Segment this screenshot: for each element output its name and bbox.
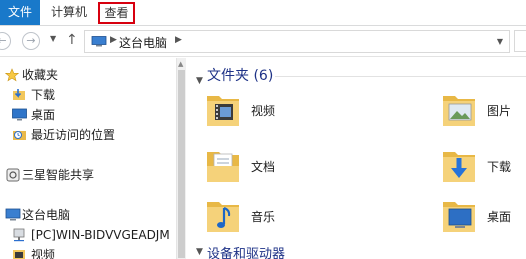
- tab-file[interactable]: 文件: [0, 0, 40, 25]
- address-row: ← → ▼ ↑ ▶ 这台电脑 ▶ ▼: [0, 27, 526, 57]
- nav-item-label: 最近访问的位置: [31, 128, 116, 142]
- tab-computer[interactable]: 计算机: [44, 0, 94, 25]
- recent-locations-chevron-icon[interactable]: ▼: [50, 34, 56, 43]
- scroll-up-icon[interactable]: ▲: [178, 60, 183, 68]
- folder-label: 音乐: [251, 210, 276, 224]
- share-icon: [6, 168, 20, 182]
- chevron-down-icon[interactable]: ▼: [196, 71, 203, 91]
- folder-label: 桌面: [487, 210, 512, 224]
- nav-item-samsung-share[interactable]: 三星智能共享: [0, 165, 176, 185]
- group-divider: [275, 76, 526, 77]
- folder-item-music[interactable]: 音乐: [205, 196, 305, 238]
- ribbon-tab-bar: 文件 计算机 查看: [0, 0, 526, 26]
- tab-view[interactable]: 查看: [98, 2, 135, 24]
- download-folder-icon: [13, 89, 25, 100]
- nav-item-label: 视频: [31, 248, 56, 259]
- network-drive-icon: [13, 228, 25, 242]
- nav-item-videos[interactable]: 视频: [0, 245, 176, 259]
- folder-item-pictures[interactable]: 图片: [441, 90, 526, 132]
- scroll-thumb[interactable]: [178, 70, 185, 258]
- nav-item-recent-places[interactable]: 最近访问的位置: [0, 125, 176, 145]
- folders-group-header[interactable]: ▼ 文件夹 (6): [187, 66, 526, 86]
- desktop-folder-icon: [443, 202, 475, 232]
- navigation-pane-scrollbar[interactable]: ▲: [176, 58, 186, 259]
- videos-folder-icon: [13, 250, 25, 259]
- star-icon: [5, 68, 19, 82]
- folder-label: 视频: [251, 104, 276, 118]
- navigation-pane: 收藏夹 下载 桌面 最近访问的位置 三星智能共享 这台电脑 [PC]WIN-BI…: [0, 58, 176, 259]
- nav-item-label: [PC]WIN-BIDVVGEADJM: [31, 228, 170, 242]
- nav-item-downloads[interactable]: 下载: [0, 85, 176, 105]
- videos-folder-icon: [207, 96, 239, 126]
- chevron-down-icon[interactable]: ▼: [196, 247, 203, 257]
- up-arrow-button[interactable]: ↑: [66, 32, 78, 48]
- downloads-folder-icon: [443, 152, 475, 182]
- music-folder-icon: [207, 202, 239, 232]
- computer-icon: [5, 208, 21, 221]
- folder-label: 下载: [487, 160, 512, 174]
- folders-group-title: 文件夹 (6): [207, 68, 274, 84]
- devices-group-header[interactable]: ▼ 设备和驱动器: [187, 246, 526, 259]
- folder-label: 文档: [251, 160, 276, 174]
- nav-item-label: 三星智能共享: [22, 168, 95, 182]
- content-pane: ▼ 文件夹 (6) 视频 图片 文档 下载 音乐 桌面 ▼ 设备和驱动器: [187, 58, 526, 259]
- nav-item-label: 桌面: [31, 108, 56, 122]
- breadcrumb-separator-icon[interactable]: ▶: [175, 35, 182, 45]
- folder-label: 图片: [487, 104, 512, 118]
- pictures-folder-icon: [443, 96, 475, 126]
- nav-item-label: 这台电脑: [22, 208, 71, 222]
- back-button[interactable]: ←: [0, 32, 11, 50]
- nav-item-desktop[interactable]: 桌面: [0, 105, 176, 125]
- desktop-icon: [12, 108, 27, 121]
- address-bar[interactable]: ▶ 这台电脑 ▶ ▼: [84, 30, 510, 53]
- refresh-button[interactable]: [514, 30, 526, 52]
- breadcrumb-this-pc[interactable]: 这台电脑: [119, 34, 167, 51]
- nav-item-favorites[interactable]: 收藏夹: [0, 65, 176, 85]
- folder-item-videos[interactable]: 视频: [205, 90, 305, 132]
- folder-item-downloads[interactable]: 下载: [441, 146, 526, 188]
- breadcrumb-separator-icon[interactable]: ▶: [110, 35, 117, 45]
- nav-item-label: 收藏夹: [22, 68, 59, 82]
- documents-folder-icon: [207, 152, 239, 182]
- nav-item-label: 下载: [31, 88, 56, 102]
- folder-item-desktop[interactable]: 桌面: [441, 196, 526, 238]
- computer-icon: [91, 36, 107, 47]
- folder-item-documents[interactable]: 文档: [205, 146, 305, 188]
- address-history-chevron-icon[interactable]: ▼: [497, 37, 503, 46]
- devices-group-title: 设备和驱动器: [207, 247, 286, 259]
- nav-item-network-drive[interactable]: [PC]WIN-BIDVVGEADJM: [0, 225, 176, 245]
- nav-item-this-pc[interactable]: 这台电脑: [0, 205, 176, 225]
- recent-places-icon: [13, 131, 26, 140]
- forward-button[interactable]: →: [22, 32, 40, 50]
